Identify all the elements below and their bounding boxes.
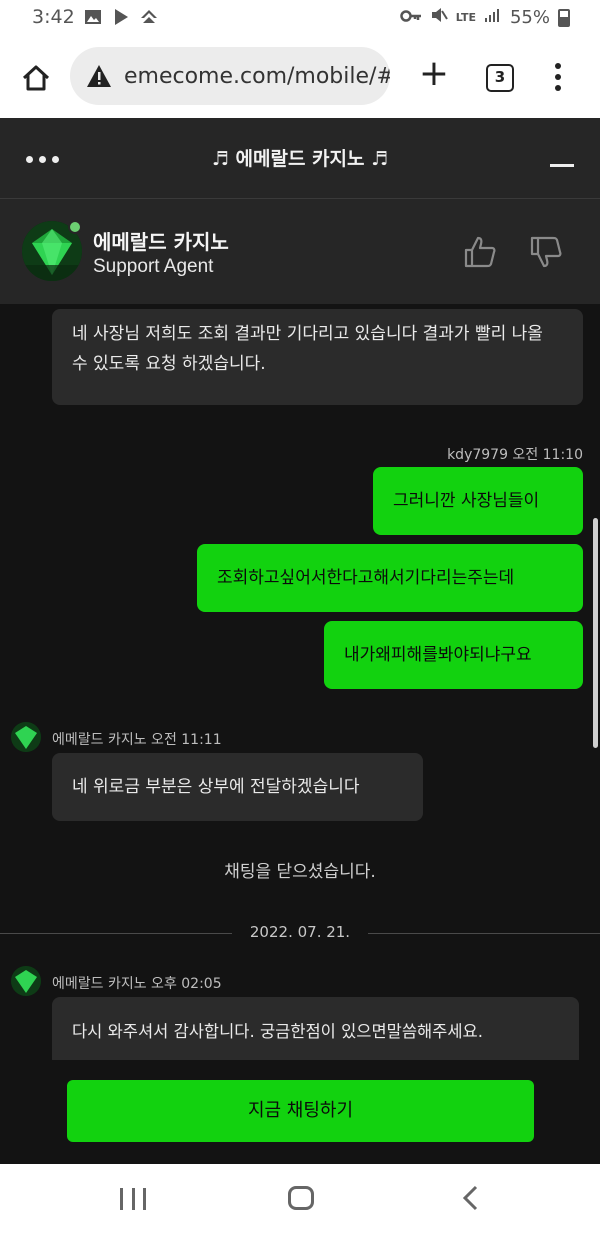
recent-apps-icon[interactable] <box>120 1188 146 1210</box>
user-message: 내가왜피해를봐야되냐구요 <box>324 621 583 689</box>
chat-footer: 지금 채팅하기 <box>0 1060 600 1164</box>
agent-message: 네 사장님 저희도 조회 결과만 기다리고 있습니다 결과가 빨리 나올 수 있… <box>52 309 583 405</box>
status-bar: 3:42 LTE 55% <box>0 0 600 36</box>
browser-toolbar: emecome.com/mobile/# + 3 <box>0 36 600 118</box>
network-type: LTE <box>455 11 476 24</box>
warning-icon <box>87 65 111 87</box>
url-text: emecome.com/mobile/# <box>124 63 390 89</box>
agent-name: 에메랄드 카지노 <box>93 230 229 254</box>
chat-messages[interactable]: 네 사장님 저희도 조회 결과만 기다리고 있습니다 결과가 빨리 나올 수 있… <box>0 304 600 1164</box>
browser-menu-button[interactable] <box>546 60 570 94</box>
agent-avatar-small <box>11 966 41 996</box>
date-divider: 2022. 07. 21. <box>232 923 368 941</box>
system-nav-bar <box>0 1164 600 1233</box>
home-icon <box>22 65 50 91</box>
image-icon <box>84 8 102 26</box>
agent-message: 다시 와주셔서 감사합니다. 궁금한점이 있으면말씀해주세요. <box>52 997 579 1067</box>
start-chat-button[interactable]: 지금 채팅하기 <box>67 1080 534 1142</box>
back-icon[interactable] <box>458 1184 484 1212</box>
mute-icon <box>430 6 448 29</box>
key-icon <box>400 7 422 28</box>
home-nav-icon[interactable] <box>288 1186 314 1210</box>
minimize-icon[interactable] <box>550 164 574 167</box>
chat-header: ♬ 에메랄드 카지노 ♬ 에메랄드 카지노 Support Agent <box>0 118 600 304</box>
app-icon <box>140 8 158 26</box>
user-message-meta: kdy7979 오전 11:10 <box>447 447 583 463</box>
home-button[interactable] <box>16 58 56 98</box>
thumbs-up-icon[interactable] <box>462 234 498 270</box>
agent-message-meta: 에메랄드 카지노 오후 02:05 <box>52 976 222 992</box>
thumbs-down-icon[interactable] <box>528 234 564 270</box>
header-divider <box>0 198 600 199</box>
online-indicator <box>68 220 82 234</box>
play-store-icon <box>112 8 130 26</box>
system-message: 채팅을 닫으셨습니다. <box>224 862 376 882</box>
signal-icon <box>484 7 502 28</box>
agent-message-meta: 에메랄드 카지노 오전 11:11 <box>52 732 222 748</box>
battery-percent: 55% <box>509 7 550 28</box>
status-time: 3:42 <box>32 6 75 28</box>
address-bar[interactable]: emecome.com/mobile/# <box>70 47 390 105</box>
agent-message: 네 위로금 부분은 상부에 전달하겠습니다 <box>52 753 423 821</box>
scrollbar[interactable] <box>593 518 598 748</box>
agent-avatar-small <box>11 722 41 752</box>
chat-title: ♬ 에메랄드 카지노 ♬ <box>211 148 389 170</box>
user-message: 그러니깐 사장님들이 <box>373 467 583 535</box>
tab-switcher-button[interactable]: 3 <box>486 64 514 92</box>
user-message: 조회하고싶어서한다고해서기다리는주는데 <box>197 544 583 612</box>
battery-icon <box>558 8 570 27</box>
agent-role: Support Agent <box>93 256 214 277</box>
new-tab-button[interactable]: + <box>414 56 454 96</box>
